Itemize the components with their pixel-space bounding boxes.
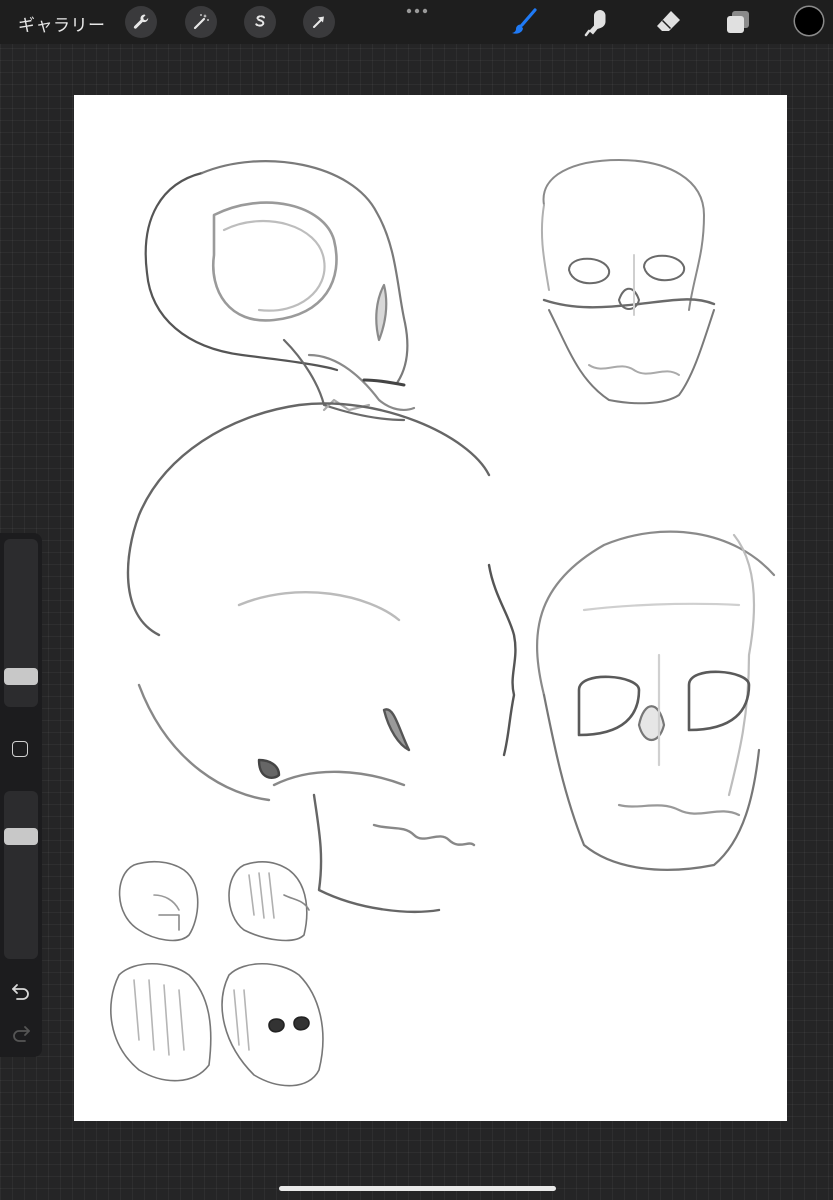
gallery-button[interactable]: ギャラリー: [18, 11, 106, 36]
brush-sidebar: [0, 533, 42, 1057]
skull-sketch-front-top: [540, 159, 716, 405]
skull-sketch-side-top: [144, 160, 416, 422]
smudge-finger-icon[interactable]: [580, 6, 612, 38]
magic-wand-icon[interactable]: [185, 6, 217, 38]
opacity-slider-handle[interactable]: [4, 828, 38, 845]
color-picker-button[interactable]: [795, 7, 823, 35]
home-indicator[interactable]: [279, 1186, 556, 1191]
layers-icon[interactable]: [722, 6, 754, 38]
skull-sketch-front-large: [535, 530, 776, 871]
brush-size-slider-handle[interactable]: [4, 668, 38, 685]
redo-icon[interactable]: [9, 1021, 33, 1045]
eraser-icon[interactable]: [652, 6, 684, 38]
ellipsis-icon[interactable]: [404, 4, 430, 23]
top-toolbar: ギャラリー: [0, 0, 833, 44]
square-modifier-icon[interactable]: [12, 741, 28, 757]
skull-sketch-side-large: [126, 402, 517, 913]
skull-sketch-small-1: [118, 860, 199, 942]
wrench-icon[interactable]: [125, 6, 157, 38]
arrow-cursor-icon[interactable]: [303, 6, 335, 38]
selection-s-icon[interactable]: [244, 6, 276, 38]
opacity-slider[interactable]: [4, 791, 38, 959]
skull-sketch-small-3: [110, 962, 212, 1082]
skull-sketches: [110, 159, 776, 1087]
skull-sketch-small-4: [221, 962, 324, 1087]
skull-sketch-small-2: [228, 860, 310, 942]
undo-icon[interactable]: [9, 979, 33, 1003]
brush-icon[interactable]: [508, 6, 540, 38]
drawing-canvas[interactable]: [74, 95, 787, 1121]
